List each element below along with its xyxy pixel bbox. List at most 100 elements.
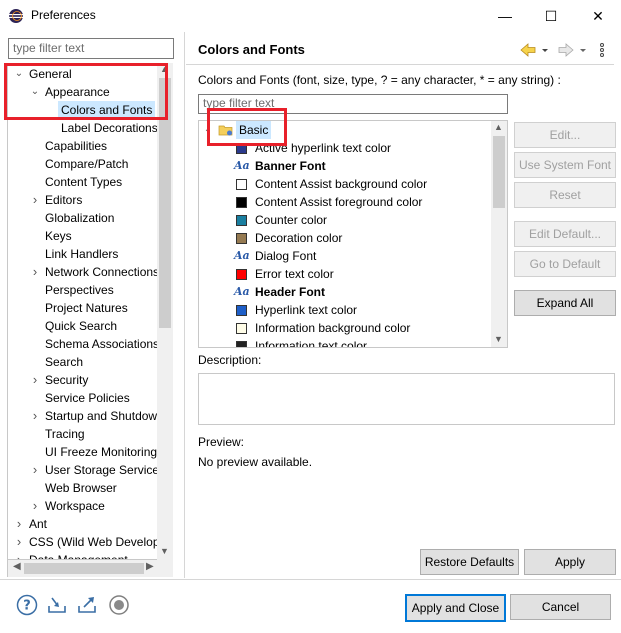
footer-separator: [0, 579, 621, 580]
highlight-box-basic: [207, 108, 287, 146]
forward-arrow-icon[interactable]: [558, 43, 574, 57]
go-to-default-button[interactable]: Go to Default: [514, 251, 616, 277]
eclipse-app-icon: [9, 9, 23, 23]
help-icon[interactable]: ?: [16, 594, 38, 616]
tree-item[interactable]: Quick Search: [45, 317, 117, 335]
color-swatch-icon: [236, 197, 247, 208]
use-system-font-button[interactable]: Use System Font: [514, 152, 616, 178]
cancel-button[interactable]: Cancel: [510, 594, 611, 620]
collapsed-chevron-icon[interactable]: ›: [14, 533, 24, 551]
color-setting-item[interactable]: Content Assist foreground color: [255, 193, 422, 211]
preferences-tree[interactable]: ⌄ General ⌄ Appearance Colors and Fonts Label…: [7, 63, 173, 560]
history-navigation: [520, 43, 604, 57]
expand-all-button[interactable]: Expand All: [514, 290, 616, 316]
tree-item[interactable]: Workspace: [45, 497, 105, 515]
export-icon[interactable]: [76, 594, 98, 616]
tree-item[interactable]: Perspectives: [45, 281, 114, 299]
color-swatch-icon: [236, 215, 247, 226]
color-setting-item[interactable]: Counter color: [255, 211, 327, 229]
color-setting-item[interactable]: Error text color: [255, 265, 334, 283]
record-icon[interactable]: [108, 594, 130, 616]
tree-item[interactable]: Content Types: [45, 173, 122, 191]
font-setting-item[interactable]: Dialog Font: [255, 247, 316, 265]
tree-item[interactable]: Search: [45, 353, 83, 371]
collapsed-chevron-icon[interactable]: ›: [30, 407, 40, 425]
tree-item[interactable]: Startup and Shutdown: [45, 407, 164, 425]
preview-text: No preview available.: [198, 455, 313, 469]
color-swatch-icon: [236, 269, 247, 280]
color-setting-item[interactable]: Hyperlink text color: [255, 301, 357, 319]
tree-item[interactable]: Editors: [45, 191, 82, 209]
collapsed-chevron-icon[interactable]: ›: [30, 191, 40, 209]
tree-item[interactable]: Label Decorations: [61, 119, 158, 137]
description-label: Description:: [198, 353, 262, 367]
collapsed-chevron-icon[interactable]: ›: [30, 263, 40, 281]
apply-button[interactable]: Apply: [524, 549, 616, 575]
scroll-down-arrow-icon[interactable]: ▼: [160, 546, 169, 556]
apply-and-close-button[interactable]: Apply and Close: [405, 594, 506, 622]
colors-fonts-description: Colors and Fonts (font, size, type, ? = …: [198, 73, 561, 87]
collapsed-chevron-icon[interactable]: ›: [30, 461, 40, 479]
minimize-button[interactable]: —: [482, 0, 528, 32]
tree-item[interactable]: Service Policies: [45, 389, 130, 407]
restore-defaults-button[interactable]: Restore Defaults: [420, 549, 519, 575]
description-box: [198, 373, 615, 425]
tree-item[interactable]: UI Freeze Monitoring: [45, 443, 157, 461]
forward-dropdown-icon[interactable]: [580, 49, 586, 52]
reset-button[interactable]: Reset: [514, 182, 616, 208]
color-setting-item[interactable]: Information text color: [255, 337, 367, 347]
collapsed-chevron-icon[interactable]: ›: [14, 551, 24, 559]
colors-and-fonts-tree[interactable]: ⌄ Basic Active hyperlink text color Aa Banne…: [198, 120, 508, 348]
preferences-filter-input[interactable]: type filter text: [8, 38, 174, 59]
tree-item[interactable]: Ant: [29, 515, 47, 533]
color-setting-item[interactable]: Information background color: [255, 319, 410, 337]
import-icon[interactable]: [46, 594, 68, 616]
tree-item[interactable]: Network Connections: [45, 263, 159, 281]
font-setting-item[interactable]: Banner Font: [255, 157, 326, 175]
tree-item[interactable]: Web Browser: [45, 479, 117, 497]
close-button[interactable]: ✕: [575, 0, 621, 32]
tree-item[interactable]: CSS (Wild Web Developer): [29, 533, 172, 551]
header-separator: [186, 64, 614, 65]
horizontal-scroll-thumb[interactable]: [24, 563, 144, 574]
collapsed-chevron-icon[interactable]: ›: [14, 515, 24, 533]
highlight-box-tree: [4, 63, 168, 120]
collapsed-chevron-icon[interactable]: ›: [30, 497, 40, 515]
edit-default-button[interactable]: Edit Default...: [514, 221, 616, 247]
tree-item[interactable]: Tracing: [45, 425, 85, 443]
color-swatch-icon: [236, 305, 247, 316]
tree-horizontal-scrollbar[interactable]: ◀ ▶: [7, 560, 173, 577]
color-setting-item[interactable]: Decoration color: [255, 229, 342, 247]
tree-item[interactable]: Keys: [45, 227, 72, 245]
collapsed-chevron-icon[interactable]: ›: [30, 371, 40, 389]
maximize-button[interactable]: ☐: [528, 0, 574, 32]
tree-item[interactable]: Link Handlers: [45, 245, 118, 263]
tree-item[interactable]: User Storage Service: [45, 461, 159, 479]
back-dropdown-icon[interactable]: [542, 49, 548, 52]
tree-item[interactable]: Schema Associations: [45, 335, 159, 353]
page-title: Colors and Fonts: [198, 42, 305, 57]
colors-scroll-down-icon[interactable]: ▼: [494, 334, 503, 344]
tree-item[interactable]: Capabilities: [45, 137, 107, 155]
more-options-icon[interactable]: [600, 43, 604, 57]
colors-tree-scroll-thumb[interactable]: [493, 136, 505, 208]
color-swatch-icon: [236, 323, 247, 334]
colors-scroll-up-icon[interactable]: ▲: [494, 122, 503, 132]
font-icon: Aa: [234, 285, 250, 298]
font-icon: Aa: [234, 159, 250, 172]
tree-item[interactable]: Globalization: [45, 209, 114, 227]
scroll-left-arrow-icon[interactable]: ◀: [13, 561, 21, 572]
pane-divider[interactable]: [184, 32, 185, 578]
tree-item[interactable]: Compare/Patch: [45, 155, 128, 173]
color-swatch-icon: [236, 233, 247, 244]
tree-item[interactable]: Project Natures: [45, 299, 128, 317]
back-arrow-icon[interactable]: [520, 43, 536, 57]
color-setting-item[interactable]: Content Assist background color: [255, 175, 427, 193]
tree-item[interactable]: Data Management: [29, 551, 128, 559]
tree-item[interactable]: Security: [45, 371, 88, 389]
edit-button[interactable]: Edit...: [514, 122, 616, 148]
scroll-right-arrow-icon[interactable]: ▶: [146, 561, 154, 572]
font-icon: Aa: [234, 249, 250, 262]
font-setting-item[interactable]: Header Font: [255, 283, 325, 301]
preview-label: Preview:: [198, 435, 245, 449]
